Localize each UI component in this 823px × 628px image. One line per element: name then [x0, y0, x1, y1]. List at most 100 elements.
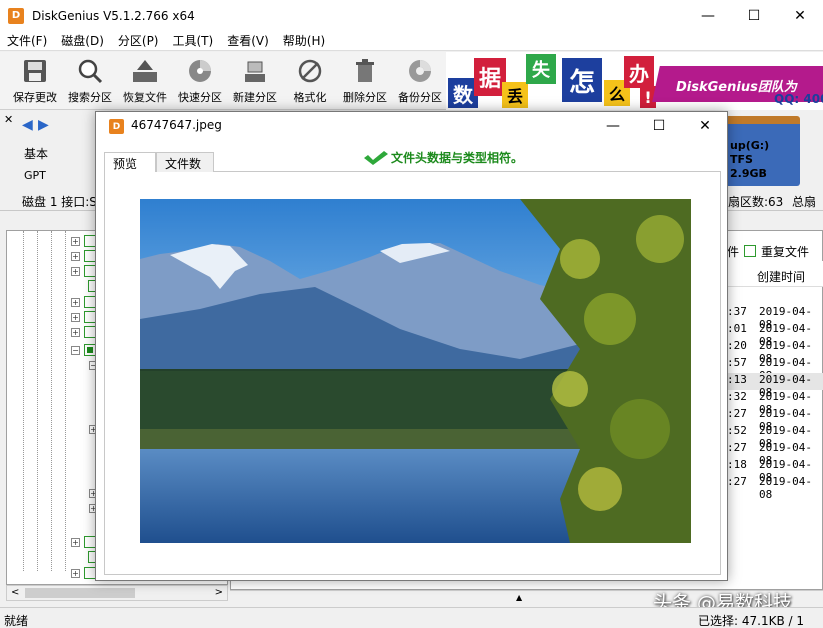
toolbar-label: 备份分区 [398, 91, 442, 104]
save-changes-button[interactable]: 保存更改 [8, 55, 62, 109]
row-time: :37 [727, 305, 747, 318]
check-icon [364, 150, 388, 165]
prev-disk-icon[interactable]: ◀ [22, 117, 33, 133]
column-created-time[interactable]: 创建时间 [757, 268, 805, 285]
search-partition-button[interactable]: 搜索分区 [63, 55, 117, 109]
recover-files-button[interactable]: 恢复文件 [118, 55, 172, 109]
row-time: :20 [727, 339, 747, 352]
tree-guide [51, 231, 52, 571]
next-disk-icon[interactable]: ▶ [38, 117, 49, 133]
window-title: DiskGenius V5.1.2.766 x64 [32, 8, 195, 23]
partition-fs: TFS [730, 153, 753, 166]
scroll-left-icon[interactable]: < [11, 587, 19, 598]
match-status: 文件头数据与类型相符。 [364, 149, 523, 166]
preview-dialog: D 46747647.jpeg — ☐ ✕ 预览 文件数据 文件头数据与类型相符… [95, 111, 728, 581]
menu-file[interactable]: 文件(F) [0, 32, 54, 49]
ad-banner[interactable]: 数 据 丢 失 怎 么 办 ! DiskGenius团队为 QQ: 400 [446, 52, 823, 110]
row-time: :13 [727, 373, 747, 386]
scroll-thumb[interactable] [25, 588, 135, 598]
row-time: :27 [727, 441, 747, 454]
dialog-title: 46747647.jpeg [131, 118, 222, 132]
disk-interface-line: 磁盘 1 接口:S [22, 195, 97, 209]
tree-expand-icon[interactable]: + [71, 327, 80, 337]
banner-char: 办 [624, 56, 654, 88]
tree-guide [65, 231, 66, 571]
delete-partition-button[interactable]: 删除分区 [338, 55, 392, 109]
duplicate-checkbox[interactable] [744, 245, 756, 257]
menu-tools[interactable]: 工具(T) [166, 32, 221, 49]
menu-view[interactable]: 查看(V) [220, 32, 276, 49]
disk-style: GPT [24, 169, 46, 182]
tree-horizontal-scrollbar[interactable]: < > [6, 585, 228, 601]
tree-collapse-icon[interactable]: − [71, 345, 80, 355]
sector-info: 扇区数:63 [728, 195, 784, 209]
status-bar: 就绪 已选择: 47.1KB / 1 [0, 607, 823, 628]
menu-help[interactable]: 帮助(H) [276, 32, 332, 49]
row-time: :01 [727, 322, 747, 335]
partition-name: up(G:) [730, 139, 770, 152]
delete-icon [351, 57, 379, 85]
dialog-title-bar: D 46747647.jpeg — ☐ ✕ [96, 112, 727, 140]
row-time: :57 [727, 356, 747, 369]
tree-expand-icon[interactable]: + [71, 236, 80, 246]
tab-preview[interactable]: 预览 [104, 152, 156, 173]
banner-char: 怎 [562, 58, 602, 102]
backup-partition-button[interactable]: 备份分区 [393, 55, 447, 109]
recover-icon [131, 57, 159, 85]
tree-expand-icon[interactable]: + [71, 297, 80, 307]
filter-label: 件 [727, 245, 740, 259]
toolbar-label: 新建分区 [233, 91, 277, 104]
toolbar-label: 快速分区 [178, 91, 222, 104]
tab-file-data[interactable]: 文件数据 [156, 152, 214, 188]
row-date: 2019-04-08 [759, 475, 812, 501]
dialog-close-button[interactable]: ✕ [682, 112, 728, 140]
banner-char: 丢 [502, 82, 528, 108]
new-partition-button[interactable]: 新建分区 [228, 55, 282, 109]
tree-guide [37, 231, 38, 571]
match-message: 文件头数据与类型相符。 [391, 151, 524, 165]
tree-expand-icon[interactable]: + [71, 266, 80, 276]
toolbar-label: 删除分区 [343, 91, 387, 104]
row-time: :18 [727, 458, 747, 471]
banner-char: 失 [526, 54, 556, 84]
title-bar: D DiskGenius V5.1.2.766 x64 — ☐ ✕ [0, 0, 823, 31]
panel-close-icon[interactable]: ✕ [4, 113, 13, 126]
backup-icon [406, 57, 434, 85]
scroll-right-icon[interactable]: > [215, 587, 223, 598]
maximize-button[interactable]: ☐ [731, 0, 777, 31]
new-partition-icon [241, 57, 269, 85]
status-selected: 已选择: 47.1KB / 1 [698, 614, 804, 628]
preview-image [140, 199, 691, 543]
toolbar-label: 搜索分区 [68, 91, 112, 104]
quick-partition-icon [186, 57, 214, 85]
scroll-up-icon[interactable]: ▲ [516, 593, 522, 602]
quick-partition-button[interactable]: 快速分区 [173, 55, 227, 109]
row-time: :27 [727, 475, 747, 488]
save-icon [21, 57, 49, 85]
dialog-app-icon: D [109, 119, 124, 134]
toolbar-label: 保存更改 [13, 91, 57, 104]
search-icon [76, 57, 104, 85]
menu-partition[interactable]: 分区(P) [111, 32, 166, 49]
partition-size: 2.9GB [730, 167, 767, 180]
tree-expand-icon[interactable]: + [71, 568, 80, 578]
format-button[interactable]: 格式化 [283, 55, 337, 109]
tree-expand-icon[interactable]: + [71, 537, 80, 547]
dialog-maximize-button[interactable]: ☐ [636, 112, 682, 140]
menu-disk[interactable]: 磁盘(D) [54, 32, 111, 49]
status-ready: 就绪 [4, 614, 29, 628]
close-button[interactable]: ✕ [777, 0, 823, 31]
tree-expand-icon[interactable]: + [71, 312, 80, 322]
format-icon [296, 57, 324, 85]
toolbar-label: 恢复文件 [123, 91, 167, 104]
disk-type: 基本 [24, 147, 49, 161]
banner-qq: QQ: 400 [774, 92, 823, 106]
menu-bar: 文件(F) 磁盘(D) 分区(P) 工具(T) 查看(V) 帮助(H) [0, 31, 823, 51]
toolbar-label: 格式化 [293, 91, 327, 104]
minimize-button[interactable]: — [685, 0, 731, 31]
row-time: :27 [727, 407, 747, 420]
row-time: :32 [727, 390, 747, 403]
dialog-minimize-button[interactable]: — [590, 112, 636, 140]
total-label: 总扇 [792, 195, 817, 209]
tree-expand-icon[interactable]: + [71, 251, 80, 261]
